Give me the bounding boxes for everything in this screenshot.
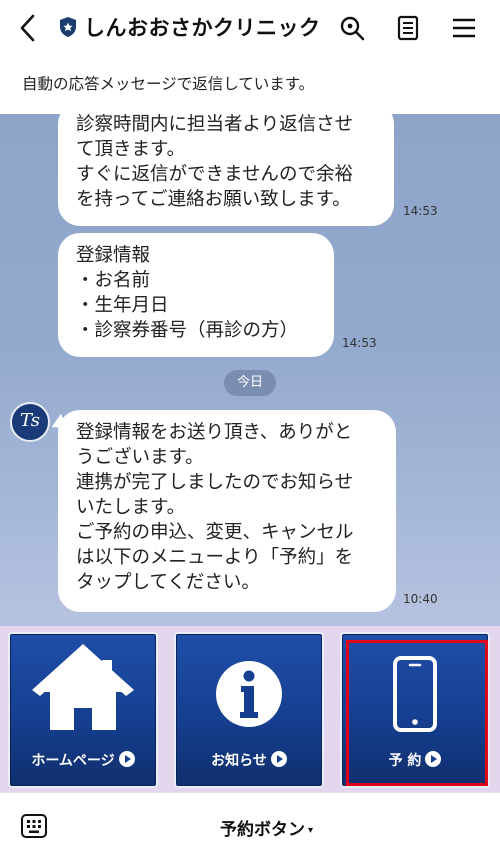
date-divider: 今日 <box>224 370 276 396</box>
message-line: ご予約の申込、変更、キャンセル <box>76 522 354 543</box>
rich-menu: ホームページ お知らせ 予 約 <box>0 626 500 792</box>
play-arrow-icon <box>118 751 135 767</box>
auto-reply-notice-text: 自動の応答メッセージで返信しています。 <box>22 75 315 93</box>
message-bubble: 登録情報 ・お名前 ・生年月日 ・診察券番号（再診の方） <box>58 233 334 357</box>
message-line: ・生年月日 <box>76 295 169 316</box>
auto-reply-notice: 自動の応答メッセージで返信しています。 <box>0 56 500 114</box>
house-icon <box>32 644 134 730</box>
rich-menu-reservation-button[interactable]: 予 約 <box>340 632 490 788</box>
message-line: ・診察券番号（再診の方） <box>76 320 299 341</box>
chat-messages-area[interactable]: 診察時間内に担当者より返信させ て頂きます。 すぐに返信ができませんので余裕 を… <box>0 114 500 626</box>
message-timestamp: 14:53 <box>342 336 377 350</box>
play-arrow-icon <box>425 751 442 767</box>
info-icon <box>216 661 282 727</box>
play-arrow-icon <box>270 751 287 767</box>
back-arrow-icon[interactable] <box>14 12 42 44</box>
message-line: すぐに返信ができませんので余裕 <box>76 164 353 185</box>
rich-menu-label: ホームページ <box>10 750 156 770</box>
avatar-initials: Ts <box>20 410 40 431</box>
smartphone-icon <box>393 656 437 732</box>
message-line: を持ってご連絡お願い致します。 <box>76 189 351 210</box>
message-line: 診察時間内に担当者より返信させ <box>76 114 354 135</box>
chevron-down-icon: ▾ <box>308 825 314 836</box>
keyboard-icon[interactable] <box>20 813 48 839</box>
rich-menu-label: 予 約 <box>342 750 488 770</box>
message-line: いたします。 <box>76 497 186 518</box>
message-bubble: 登録情報をお送り頂き、ありがと うございます。 連携が完了しましたのでお知らせ … <box>58 410 396 612</box>
message-bubble: 診察時間内に担当者より返信させ て頂きます。 すぐに返信ができませんので余裕 を… <box>58 114 394 226</box>
hamburger-menu-icon[interactable] <box>450 14 478 42</box>
message-line: うございます。 <box>76 447 204 468</box>
search-icon[interactable] <box>338 14 366 42</box>
bottom-bar: 予約ボタン ▾ <box>0 792 500 860</box>
message-line: 登録情報 <box>76 245 151 266</box>
chat-header: しんおおさかクリニック <box>0 0 500 56</box>
message-line: て頂きます。 <box>76 139 186 160</box>
message-line: ・お名前 <box>76 270 151 291</box>
message-line: 連携が完了しましたのでお知らせ <box>76 472 354 493</box>
rich-menu-label: お知らせ <box>176 750 322 770</box>
message-line: は以下のメニューより「予約」を <box>76 547 354 568</box>
rich-menu-news-button[interactable]: お知らせ <box>174 632 324 788</box>
rich-menu-homepage-button[interactable]: ホームページ <box>8 632 158 788</box>
message-timestamp: 10:40 <box>403 592 438 606</box>
message-line: タップしてください。 <box>76 572 260 593</box>
message-line: 登録情報をお送り頂き、ありがと <box>76 422 353 443</box>
message-timestamp: 14:53 <box>403 204 438 218</box>
verified-shield-icon <box>60 17 76 37</box>
chat-title: しんおおさかクリニック <box>84 16 321 40</box>
clinic-avatar[interactable]: Ts <box>10 402 50 442</box>
rich-menu-toggle[interactable]: 予約ボタン ▾ <box>220 815 313 840</box>
notes-icon[interactable] <box>394 14 422 42</box>
menu-toggle-label: 予約ボタン <box>220 820 305 840</box>
